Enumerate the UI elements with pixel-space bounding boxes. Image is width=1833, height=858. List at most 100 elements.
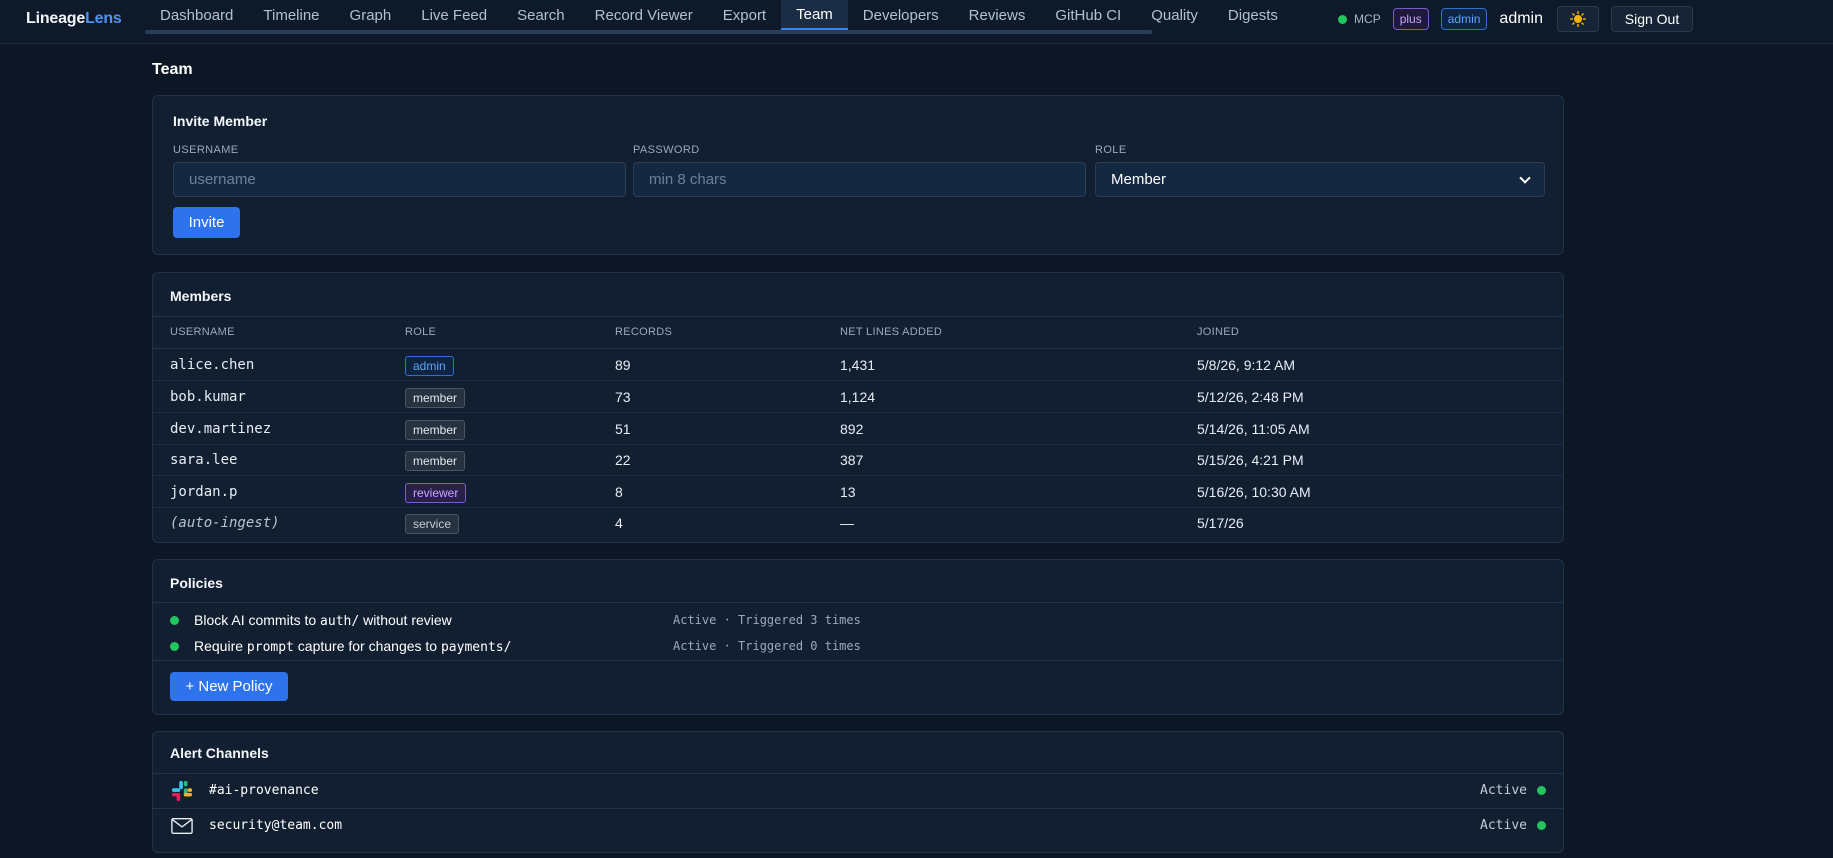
nav-reviews[interactable]: Reviews xyxy=(954,0,1041,30)
member-net-lines: — xyxy=(840,515,854,531)
nav-developers[interactable]: Developers xyxy=(848,0,954,30)
password-input[interactable]: min 8 chars xyxy=(633,162,1086,197)
policy-code-path: auth/ xyxy=(320,614,360,629)
channel-status: Active xyxy=(1480,783,1527,798)
member-joined: 5/12/26, 2:48 PM xyxy=(1197,389,1304,405)
invite-member-title: Invite Member xyxy=(173,113,268,129)
username-input[interactable]: username xyxy=(173,162,626,197)
member-joined: 5/15/26, 4:21 PM xyxy=(1197,452,1304,468)
role-label: ROLE xyxy=(1095,144,1127,156)
alert-channels-title: Alert Channels xyxy=(170,745,269,761)
nav-search[interactable]: Search xyxy=(502,0,580,30)
member-username: alice.chen xyxy=(170,357,255,373)
member-net-lines: 892 xyxy=(840,421,864,437)
nav-live-feed[interactable]: Live Feed xyxy=(406,0,502,30)
role-select[interactable]: Member xyxy=(1095,162,1545,197)
member-records: 89 xyxy=(615,357,631,373)
member-joined: 5/8/26, 9:12 AM xyxy=(1197,357,1296,373)
alert-channel-row[interactable]: #ai-provenance Active xyxy=(153,774,1563,808)
channel-status: Active xyxy=(1480,818,1527,833)
alert-channel-row[interactable]: security@team.com Active xyxy=(153,809,1563,843)
column-header-records[interactable]: RECORDS xyxy=(615,326,672,338)
role-select-value: Member xyxy=(1111,171,1167,188)
member-records: 73 xyxy=(615,389,631,405)
channel-name: #ai-provenance xyxy=(209,783,319,798)
invite-member-card: Invite Member USERNAME username PASSWORD… xyxy=(152,95,1564,255)
member-username: jordan.p xyxy=(170,484,238,500)
table-row[interactable]: sara.lee member 22 387 5/15/26, 4:21 PM xyxy=(153,445,1563,476)
nav-quality[interactable]: Quality xyxy=(1136,0,1213,30)
policy-item[interactable]: Require prompt capture for changes to pa… xyxy=(170,636,1550,658)
policy-active-dot xyxy=(170,642,179,651)
member-joined: 5/17/26 xyxy=(1197,515,1244,531)
policy-description: Block AI commits to auth/ without review xyxy=(194,612,452,629)
mcp-label: MCP xyxy=(1354,12,1381,26)
main-nav: Dashboard Timeline Graph Live Feed Searc… xyxy=(145,0,1310,36)
username-label: USERNAME xyxy=(173,144,239,156)
member-records: 22 xyxy=(615,452,631,468)
nav-export[interactable]: Export xyxy=(708,0,781,30)
table-row[interactable]: alice.chen admin 89 1,431 5/8/26, 9:12 A… xyxy=(153,350,1563,381)
password-label: PASSWORD xyxy=(633,144,700,156)
member-role-badge: member xyxy=(405,451,466,471)
table-row[interactable]: jordan.p reviewer 8 13 5/16/26, 10:30 AM xyxy=(153,477,1563,508)
policy-status: Active · Triggered 3 times xyxy=(673,613,861,627)
sun-icon xyxy=(1570,11,1586,27)
column-header-net-lines[interactable]: NET LINES ADDED xyxy=(840,326,942,338)
channel-active-dot xyxy=(1537,786,1546,795)
member-username: sara.lee xyxy=(170,452,238,468)
nav-github-ci[interactable]: GitHub CI xyxy=(1040,0,1136,30)
members-card: Members USERNAME ROLE RECORDS NET LINES … xyxy=(152,272,1564,543)
member-joined: 5/14/26, 11:05 AM xyxy=(1197,421,1310,437)
member-net-lines: 387 xyxy=(840,452,864,468)
policy-text-part: Block AI commits to xyxy=(194,612,321,628)
top-navigation-bar: LineageLens Dashboard Timeline Graph Liv… xyxy=(0,0,1833,44)
column-header-username[interactable]: USERNAME xyxy=(170,326,235,338)
member-role-badge: member xyxy=(405,388,466,408)
policy-code-path: payments/ xyxy=(440,640,512,655)
column-header-role[interactable]: ROLE xyxy=(405,326,436,338)
current-user: admin xyxy=(1499,10,1543,27)
mcp-status-dot xyxy=(1338,14,1348,24)
divider xyxy=(153,602,1563,603)
member-joined: 5/16/26, 10:30 AM xyxy=(1197,484,1311,500)
column-header-joined[interactable]: JOINED xyxy=(1197,326,1239,338)
member-net-lines: 13 xyxy=(840,484,856,500)
table-row[interactable]: bob.kumar member 73 1,124 5/12/26, 2:48 … xyxy=(153,382,1563,413)
policy-text-part: without review xyxy=(359,612,452,628)
member-username: bob.kumar xyxy=(170,389,246,405)
nav-record-viewer[interactable]: Record Viewer xyxy=(580,0,708,30)
nav-timeline[interactable]: Timeline xyxy=(248,0,334,30)
sign-out-button[interactable]: Sign Out xyxy=(1611,6,1693,32)
table-row[interactable]: dev.martinez member 51 892 5/14/26, 11:0… xyxy=(153,414,1563,445)
member-records: 4 xyxy=(615,515,623,531)
member-role-badge: service xyxy=(405,514,460,534)
member-net-lines: 1,431 xyxy=(840,357,876,373)
channel-name: security@team.com xyxy=(209,818,343,833)
header-right-cluster: MCP plus admin admin Sign Out xyxy=(1338,6,1833,32)
nav-dashboard[interactable]: Dashboard xyxy=(145,0,248,30)
policy-description: Require prompt capture for changes to pa… xyxy=(194,638,511,655)
app-logo[interactable]: LineageLens xyxy=(26,10,122,28)
nav-graph[interactable]: Graph xyxy=(335,0,407,30)
member-records: 51 xyxy=(615,421,631,437)
policy-code-term: prompt xyxy=(246,640,294,655)
alert-channels-card: Alert Channels #ai-provenance Active sec… xyxy=(152,731,1564,853)
nav-digests[interactable]: Digests xyxy=(1213,0,1293,30)
member-username: dev.martinez xyxy=(170,421,272,437)
policy-text-part: Require xyxy=(194,638,247,654)
page-title: Team xyxy=(152,61,193,78)
new-policy-button[interactable]: + New Policy xyxy=(170,672,288,701)
policy-status: Active · Triggered 0 times xyxy=(673,639,861,653)
policy-item[interactable]: Block AI commits to auth/ without review… xyxy=(170,610,1550,632)
logo-text-part2: Lens xyxy=(85,10,122,27)
divider xyxy=(153,660,1563,661)
theme-toggle-button[interactable] xyxy=(1557,6,1599,32)
channel-active-dot xyxy=(1537,821,1546,830)
nav-team[interactable]: Team xyxy=(781,0,848,30)
members-table-header: USERNAME ROLE RECORDS NET LINES ADDED JO… xyxy=(153,316,1563,349)
members-title: Members xyxy=(170,288,232,304)
invite-button[interactable]: Invite xyxy=(173,207,240,238)
member-username: (auto-ingest) xyxy=(170,515,280,531)
table-row[interactable]: (auto-ingest) service 4 — 5/17/26 xyxy=(153,508,1563,539)
